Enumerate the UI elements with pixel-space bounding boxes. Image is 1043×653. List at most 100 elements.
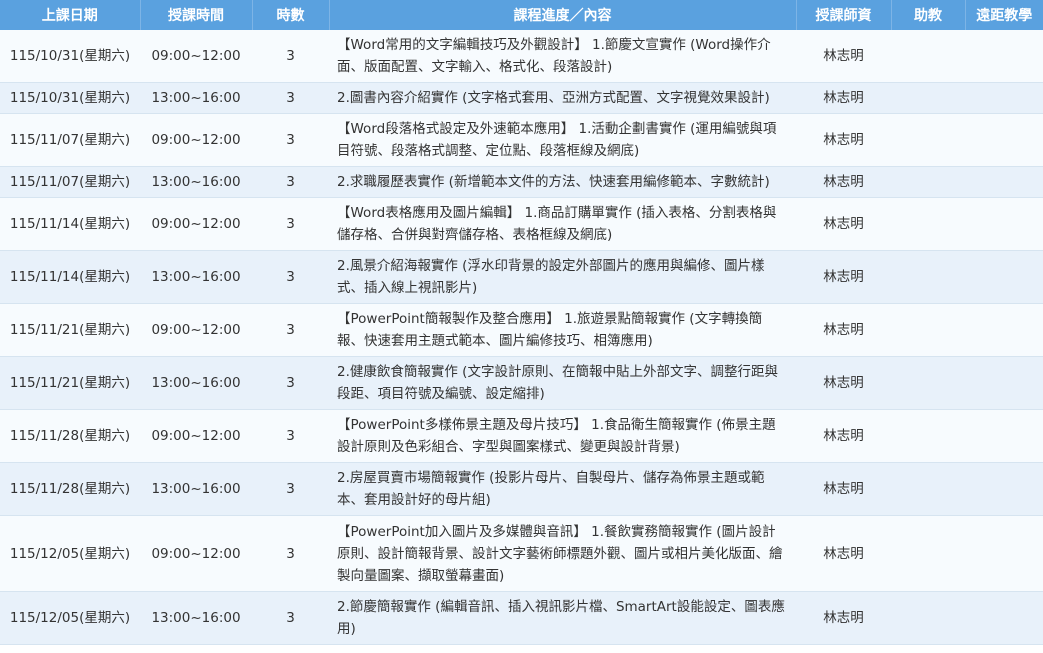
hours-cell: 3 — [252, 250, 329, 304]
assistant-cell — [891, 409, 965, 463]
content-cell: 【PowerPoint多樣佈景主題及母片技巧】 1.食品衛生簡報實作 (佈景主題… — [329, 409, 796, 463]
date-cell: 115/11/21(星期六) — [0, 303, 140, 357]
content-cell: 2.風景介紹海報實作 (浮水印背景的設定外部圖片的應用與編修、圖片樣式、插入線上… — [329, 250, 796, 304]
teacher-cell: 林志明 — [796, 113, 891, 167]
header-hours: 時數 — [252, 0, 330, 30]
remote-cell — [965, 113, 1043, 167]
teacher-cell: 林志明 — [796, 462, 891, 516]
content-cell: 2.節慶簡報實作 (編輯音訊、插入視訊影片檔、SmartArt設能設定、圖表應用… — [329, 591, 796, 645]
remote-cell — [965, 166, 1043, 198]
table-row: 115/12/05(星期六) 13:00~16:00 3 2.節慶簡報實作 (編… — [0, 591, 1043, 645]
assistant-cell — [891, 515, 965, 592]
content-cell: 【PowerPoint簡報製作及整合應用】 1.旅遊景點簡報實作 (文字轉換簡報… — [329, 303, 796, 357]
remote-cell — [965, 250, 1043, 304]
table-row: 115/11/14(星期六) 09:00~12:00 3 【Word表格應用及圖… — [0, 197, 1043, 251]
remote-cell — [965, 197, 1043, 251]
remote-cell — [965, 303, 1043, 357]
hours-cell: 3 — [252, 462, 329, 516]
table-row: 115/11/14(星期六) 13:00~16:00 3 2.風景介紹海報實作 … — [0, 250, 1043, 304]
date-cell: 115/11/07(星期六) — [0, 113, 140, 167]
remote-cell — [965, 409, 1043, 463]
table-row: 115/11/21(星期六) 09:00~12:00 3 【PowerPoint… — [0, 303, 1043, 357]
remote-cell — [965, 515, 1043, 592]
remote-cell — [965, 591, 1043, 645]
teacher-cell: 林志明 — [796, 30, 891, 83]
time-cell: 13:00~16:00 — [140, 591, 252, 645]
hours-cell: 3 — [252, 30, 329, 83]
content-cell: 【Word常用的文字編輯技巧及外觀設計】 1.節慶文宣實作 (Word操作介面、… — [329, 30, 796, 83]
time-cell: 09:00~12:00 — [140, 197, 252, 251]
hours-cell: 3 — [252, 303, 329, 357]
header-assistant: 助教 — [891, 0, 966, 30]
teacher-cell: 林志明 — [796, 409, 891, 463]
assistant-cell — [891, 250, 965, 304]
content-cell: 2.房屋買賣市場簡報實作 (投影片母片、自製母片、儲存為佈景主題或範本、套用設計… — [329, 462, 796, 516]
date-cell: 115/12/05(星期六) — [0, 515, 140, 592]
time-cell: 09:00~12:00 — [140, 409, 252, 463]
hours-cell: 3 — [252, 82, 329, 114]
header-content: 課程進度／內容 — [329, 0, 797, 30]
remote-cell — [965, 462, 1043, 516]
teacher-cell: 林志明 — [796, 515, 891, 592]
time-cell: 13:00~16:00 — [140, 166, 252, 198]
table-row: 115/12/05(星期六) 09:00~12:00 3 【PowerPoint… — [0, 515, 1043, 592]
table-row: 115/11/07(星期六) 13:00~16:00 3 2.求職履歷表實作 (… — [0, 166, 1043, 198]
hours-cell: 3 — [252, 591, 329, 645]
date-cell: 115/11/28(星期六) — [0, 462, 140, 516]
content-cell: 2.求職履歷表實作 (新增範本文件的方法、快速套用編修範本、字數統計) — [329, 166, 796, 198]
remote-cell — [965, 82, 1043, 114]
assistant-cell — [891, 197, 965, 251]
teacher-cell: 林志明 — [796, 250, 891, 304]
hours-cell: 3 — [252, 166, 329, 198]
table-row: 115/11/21(星期六) 13:00~16:00 3 2.健康飲食簡報實作 … — [0, 356, 1043, 410]
time-cell: 09:00~12:00 — [140, 113, 252, 167]
content-cell: 【Word段落格式設定及外速範本應用】 1.活動企劃書實作 (運用編號與項目符號… — [329, 113, 796, 167]
table-row: 115/10/31(星期六) 13:00~16:00 3 2.圖書內容介紹實作 … — [0, 82, 1043, 114]
content-cell: 【Word表格應用及圖片編輯】 1.商品訂購單實作 (插入表格、分割表格與儲存格… — [329, 197, 796, 251]
hours-cell: 3 — [252, 356, 329, 410]
content-cell: 2.圖書內容介紹實作 (文字格式套用、亞洲方式配置、文字視覺效果設計) — [329, 82, 796, 114]
hours-cell: 3 — [252, 515, 329, 592]
remote-cell — [965, 356, 1043, 410]
hours-cell: 3 — [252, 409, 329, 463]
time-cell: 13:00~16:00 — [140, 82, 252, 114]
assistant-cell — [891, 30, 965, 83]
table-row: 115/11/07(星期六) 09:00~12:00 3 【Word段落格式設定… — [0, 113, 1043, 167]
date-cell: 115/11/14(星期六) — [0, 197, 140, 251]
table-row: 115/11/28(星期六) 09:00~12:00 3 【PowerPoint… — [0, 409, 1043, 463]
date-cell: 115/11/14(星期六) — [0, 250, 140, 304]
header-teacher: 授課師資 — [796, 0, 892, 30]
teacher-cell: 林志明 — [796, 197, 891, 251]
date-cell: 115/11/28(星期六) — [0, 409, 140, 463]
header-row: 上課日期 授課時間 時數 課程進度／內容 授課師資 助教 遠距教學 — [0, 0, 1043, 30]
time-cell: 13:00~16:00 — [140, 462, 252, 516]
time-cell: 09:00~12:00 — [140, 30, 252, 83]
teacher-cell: 林志明 — [796, 591, 891, 645]
date-cell: 115/10/31(星期六) — [0, 82, 140, 114]
content-cell: 【PowerPoint加入圖片及多媒體與音訊】 1.餐飲實務簡報實作 (圖片設計… — [329, 515, 796, 592]
assistant-cell — [891, 166, 965, 198]
teacher-cell: 林志明 — [796, 356, 891, 410]
assistant-cell — [891, 591, 965, 645]
teacher-cell: 林志明 — [796, 82, 891, 114]
time-cell: 09:00~12:00 — [140, 515, 252, 592]
hours-cell: 3 — [252, 197, 329, 251]
content-cell: 2.健康飲食簡報實作 (文字設計原則、在簡報中貼上外部文字、調整行距與段距、項目… — [329, 356, 796, 410]
assistant-cell — [891, 113, 965, 167]
remote-cell — [965, 30, 1043, 83]
table-row: 115/11/28(星期六) 13:00~16:00 3 2.房屋買賣市場簡報實… — [0, 462, 1043, 516]
date-cell: 115/11/07(星期六) — [0, 166, 140, 198]
date-cell: 115/12/05(星期六) — [0, 591, 140, 645]
course-schedule-table: 上課日期 授課時間 時數 課程進度／內容 授課師資 助教 遠距教學 115/10… — [0, 0, 1043, 645]
teacher-cell: 林志明 — [796, 166, 891, 198]
teacher-cell: 林志明 — [796, 303, 891, 357]
time-cell: 13:00~16:00 — [140, 356, 252, 410]
header-time: 授課時間 — [140, 0, 253, 30]
header-remote: 遠距教學 — [965, 0, 1043, 30]
table-row: 115/10/31(星期六) 09:00~12:00 3 【Word常用的文字編… — [0, 30, 1043, 83]
assistant-cell — [891, 356, 965, 410]
assistant-cell — [891, 82, 965, 114]
header-date: 上課日期 — [0, 0, 141, 30]
assistant-cell — [891, 462, 965, 516]
date-cell: 115/11/21(星期六) — [0, 356, 140, 410]
